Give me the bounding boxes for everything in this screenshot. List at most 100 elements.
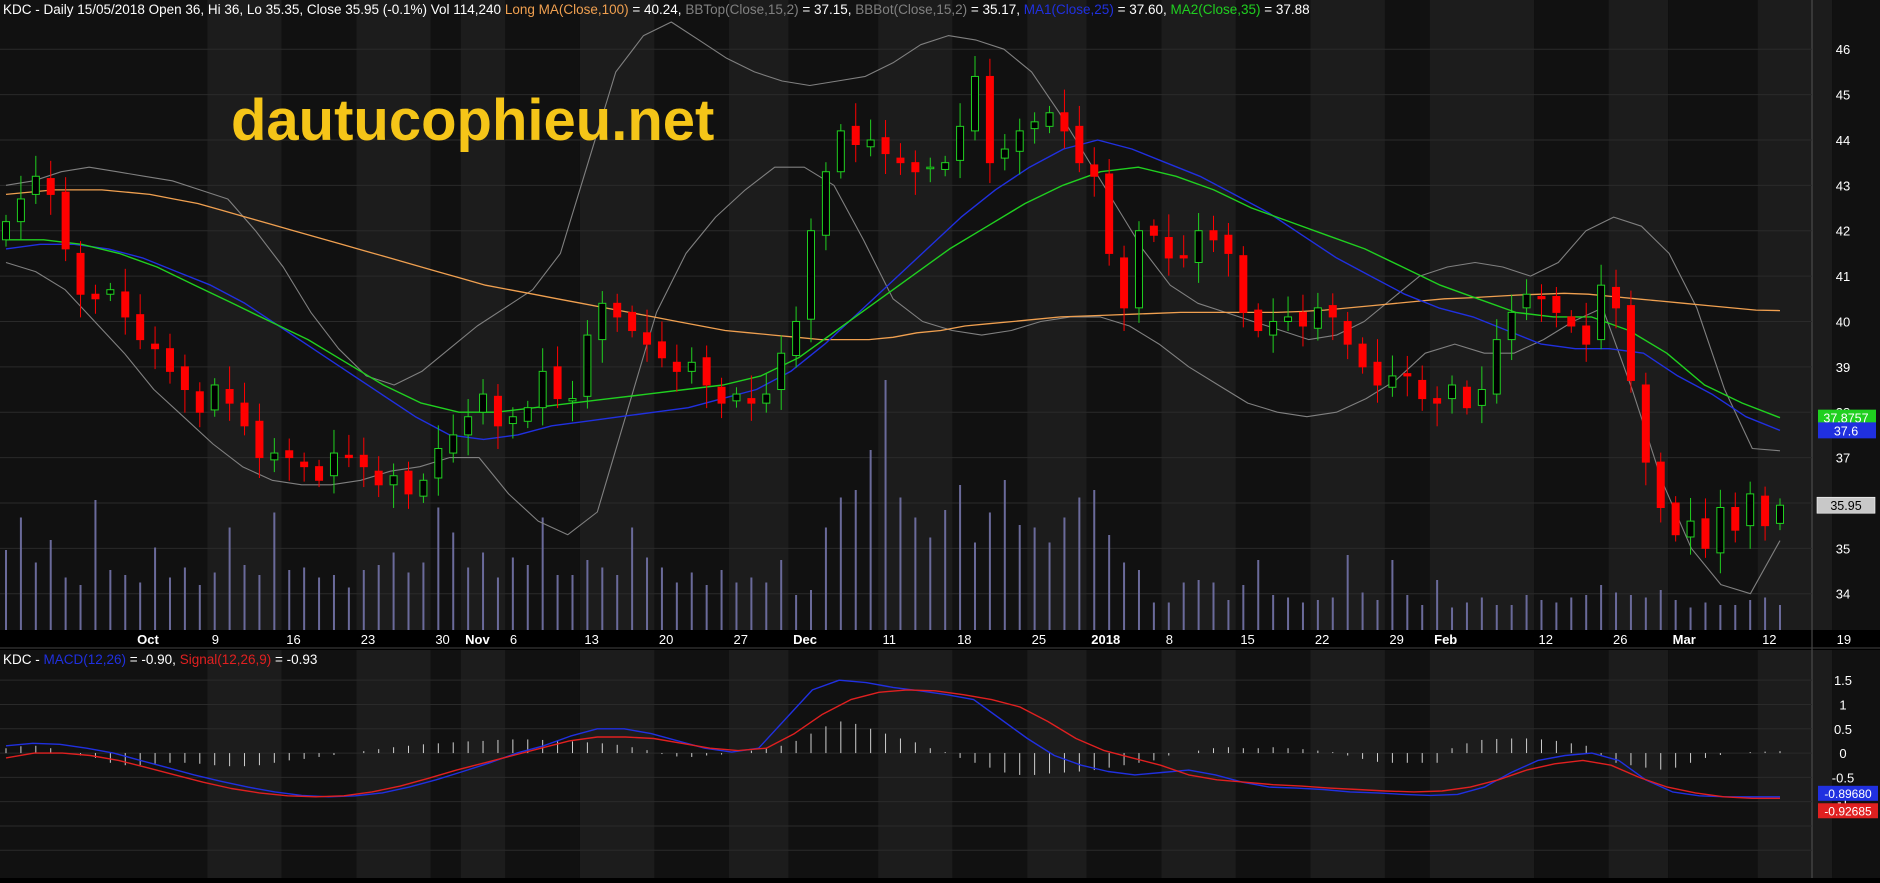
candle-down bbox=[1224, 234, 1233, 254]
x-tick-label: Nov bbox=[465, 632, 490, 647]
macd-last-value-label: -0.89680 bbox=[1824, 787, 1872, 801]
chart-svg[interactable]: Oct 9 16 23 30 Nov 6 13 20 27 Dec 11 18 25 2018 8 15 22 29… bbox=[0, 0, 1880, 878]
x-tick-label: 11 bbox=[883, 632, 897, 647]
candle-down bbox=[165, 348, 174, 372]
watermark-text: dautucophieu.net bbox=[231, 88, 714, 153]
week-band bbox=[878, 650, 953, 878]
candle-up bbox=[1522, 293, 1531, 309]
macd-header-part: = -0.93 bbox=[271, 652, 317, 667]
candle-down bbox=[1641, 384, 1650, 463]
x-tick-label: 16 bbox=[286, 632, 300, 647]
candle-down bbox=[1626, 305, 1635, 381]
candle-down bbox=[1328, 305, 1337, 318]
price-tick-label: 43 bbox=[1836, 178, 1850, 193]
x-tick-label: 2018 bbox=[1091, 632, 1120, 647]
macd-tick-label: 1 bbox=[1839, 697, 1846, 712]
x-tick-label: 26 bbox=[1613, 632, 1627, 647]
x-tick-label: 6 bbox=[510, 632, 517, 647]
week-band bbox=[505, 650, 580, 878]
candle-down bbox=[1418, 379, 1427, 400]
candle-down bbox=[344, 454, 353, 459]
x-tick-label: Feb bbox=[1434, 632, 1457, 647]
candle-up bbox=[389, 475, 398, 486]
candle-up bbox=[568, 398, 577, 402]
candle-down bbox=[374, 470, 383, 486]
candle-down bbox=[747, 398, 756, 404]
candle-up bbox=[598, 302, 607, 341]
candle-up bbox=[538, 370, 547, 409]
candle-up bbox=[523, 407, 532, 422]
x-tick-label: 25 bbox=[1032, 632, 1046, 647]
candle-down bbox=[46, 178, 55, 195]
macd-tick-label: -0.5 bbox=[1832, 770, 1854, 785]
candle-up bbox=[329, 452, 338, 477]
macd-header: KDC - MACD(12,26) = -0.90, Signal(12,26,… bbox=[3, 652, 317, 667]
x-tick-label: 13 bbox=[584, 632, 598, 647]
week-band bbox=[1757, 650, 1833, 878]
chart-header-part: = 40.24, bbox=[629, 2, 686, 17]
macd-header-part: KDC - bbox=[3, 652, 44, 667]
candle-down bbox=[1567, 316, 1576, 327]
candle-up bbox=[732, 393, 741, 402]
candle-up bbox=[479, 393, 488, 413]
candle-up bbox=[1597, 284, 1606, 341]
candle-up bbox=[2, 221, 10, 241]
week-band bbox=[1429, 650, 1535, 878]
chart-header-part: MA2(Close,35) bbox=[1170, 2, 1260, 17]
candle-up bbox=[16, 198, 25, 223]
candle-down bbox=[851, 125, 860, 146]
candle-up bbox=[1507, 311, 1516, 341]
candle-down bbox=[91, 293, 100, 300]
candle-down bbox=[1433, 398, 1442, 404]
macd-tick-label: 0 bbox=[1839, 746, 1846, 761]
candle-down bbox=[1358, 343, 1367, 368]
candle-up bbox=[866, 139, 875, 148]
macd-header-part: MACD(12,26) bbox=[44, 652, 127, 667]
week-band bbox=[788, 650, 879, 878]
candle-down bbox=[1343, 320, 1352, 345]
x-tick-label: 20 bbox=[659, 632, 673, 647]
week-band bbox=[0, 650, 208, 878]
candle-down bbox=[628, 311, 637, 332]
candle-up bbox=[31, 175, 40, 195]
candle-up bbox=[970, 75, 979, 132]
week-band bbox=[1161, 650, 1236, 878]
price-tick-label: 35 bbox=[1836, 541, 1850, 556]
candle-down bbox=[1239, 255, 1248, 313]
candle-up bbox=[1716, 506, 1725, 554]
price-tick-label: 42 bbox=[1836, 224, 1850, 239]
week-band bbox=[356, 650, 431, 878]
chart-header-part: = 37.88 bbox=[1261, 2, 1310, 17]
candle-up bbox=[836, 130, 845, 173]
candle-down bbox=[881, 137, 890, 155]
candle-up bbox=[1015, 130, 1024, 152]
week-band bbox=[1668, 650, 1758, 878]
candle-down bbox=[702, 357, 711, 386]
candle-up bbox=[1030, 121, 1039, 130]
candle-down bbox=[985, 75, 994, 164]
x-tick-label: 27 bbox=[733, 632, 747, 647]
week-band bbox=[281, 650, 357, 878]
candle-down bbox=[896, 157, 905, 164]
candle-down bbox=[553, 366, 562, 400]
stock-chart[interactable]: Oct 9 16 23 30 Nov 6 13 20 27 Dec 11 18 25 2018 8 15 22 29… bbox=[0, 0, 1880, 883]
candle-down bbox=[643, 332, 652, 345]
candle-up bbox=[449, 434, 458, 454]
candle-up bbox=[956, 125, 965, 161]
x-tick-label: 29 bbox=[1389, 632, 1403, 647]
chart-header-part: BBTop(Close,15,2) bbox=[685, 2, 798, 17]
price-tick-label: 34 bbox=[1836, 587, 1850, 602]
candle-up bbox=[1284, 316, 1293, 322]
candle-up bbox=[1492, 339, 1501, 395]
candle-down bbox=[1075, 125, 1084, 164]
candle-down bbox=[180, 366, 189, 391]
candle-down bbox=[1671, 502, 1680, 536]
candle-down bbox=[151, 343, 160, 350]
candle-down bbox=[1537, 296, 1546, 300]
candle-down bbox=[225, 389, 234, 404]
candle-down bbox=[1552, 296, 1561, 313]
last-value-label: 37.6 bbox=[1834, 424, 1858, 438]
chart-header-part: = 37.15, bbox=[799, 2, 856, 17]
candle-up bbox=[1477, 389, 1486, 406]
candle-down bbox=[300, 461, 309, 468]
